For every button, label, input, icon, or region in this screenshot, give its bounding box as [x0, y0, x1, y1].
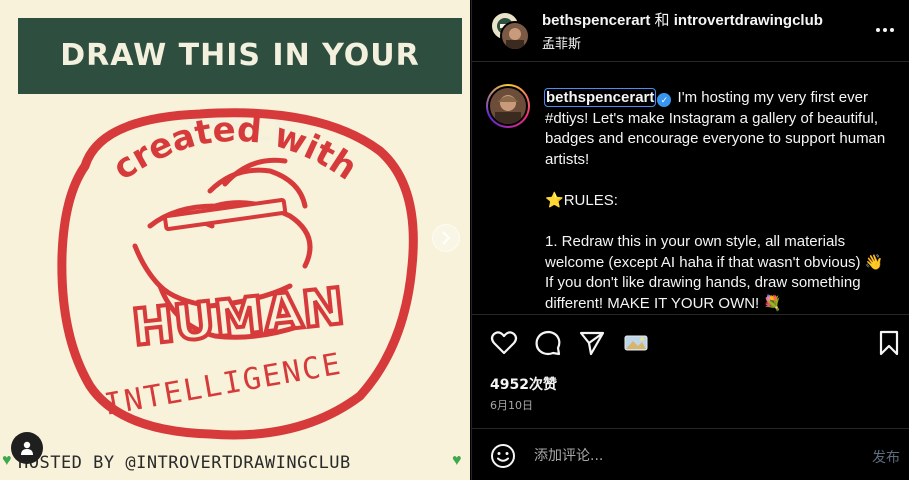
artwork-banner: DRAW THIS IN YOUR STYLE: [18, 18, 462, 149]
post-author-names: bethspencerart 和 introvertdrawingclub: [542, 9, 823, 30]
caption-rule-1: 1. Redraw this in your own style, all ma…: [545, 233, 884, 312]
heart-icon[interactable]: [490, 329, 518, 357]
star-icon: ⭐: [545, 191, 564, 209]
caption-avatar[interactable]: [486, 84, 530, 128]
caption-text: bethspencerart ✓ I'm hosting my very firs…: [543, 88, 895, 314]
artwork-footer: ♥ HOSTED BY @INTROVERTDRAWINGCLUB ♥: [0, 448, 470, 476]
share-icon[interactable]: [578, 329, 606, 357]
emoji-icon[interactable]: [490, 443, 516, 469]
heart-decoration-icon: ♥: [452, 452, 462, 469]
caption-rules-heading: ⭐RULES:: [545, 191, 895, 212]
artwork-banner-text: DRAW THIS IN YOUR STYLE: [60, 38, 420, 149]
avatar[interactable]: [500, 21, 530, 51]
verified-badge-icon: ✓: [657, 93, 672, 107]
badge-sub-text: INTELLIGENCE: [102, 347, 345, 423]
media-icon[interactable]: [622, 329, 650, 357]
post-comment-button[interactable]: 发布: [872, 447, 900, 467]
post-date[interactable]: 6月10日: [490, 397, 533, 413]
chevron-right-icon: [442, 231, 451, 245]
coauthor-username[interactable]: introvertdrawingclub: [674, 12, 823, 29]
bookmark-icon[interactable]: [875, 329, 903, 357]
rules-heading-text: RULES:: [563, 191, 618, 209]
comment-icon[interactable]: [534, 329, 562, 357]
person-icon: [21, 441, 33, 455]
likes-count[interactable]: 4952次赞: [490, 374, 557, 394]
post-actions: [472, 314, 909, 370]
post-sidebar: bethspencerart 和 introvertdrawingclub 孟菲…: [471, 0, 909, 480]
post-header: bethspencerart 和 introvertdrawingclub 孟菲…: [472, 0, 909, 62]
user-tag-button[interactable]: [11, 432, 43, 464]
comment-input[interactable]: [534, 443, 824, 469]
artwork-badge: created with HUMAN INTELLIGENCE: [57, 108, 418, 440]
post-location[interactable]: 孟菲斯: [542, 33, 581, 52]
caption-section: bethspencerart ✓ I'm hosting my very firs…: [472, 62, 909, 314]
caption-first-paragraph: bethspencerart ✓ I'm hosting my very firs…: [543, 88, 895, 170]
more-horizontal-icon[interactable]: [874, 22, 896, 38]
carousel-next-button[interactable]: [432, 224, 460, 252]
author-username[interactable]: bethspencerart: [542, 12, 650, 29]
collab-avatars[interactable]: [490, 11, 532, 51]
heart-decoration-icon: ♥: [2, 452, 12, 469]
author-joiner: 和: [654, 12, 670, 29]
caption-username[interactable]: bethspencerart: [543, 88, 657, 107]
comment-bar: 发布: [472, 428, 909, 480]
post-image[interactable]: DRAW THIS IN YOUR STYLE created with HUM…: [0, 0, 470, 480]
artwork-footer-text: HOSTED BY @INTROVERTDRAWINGCLUB: [18, 453, 351, 473]
